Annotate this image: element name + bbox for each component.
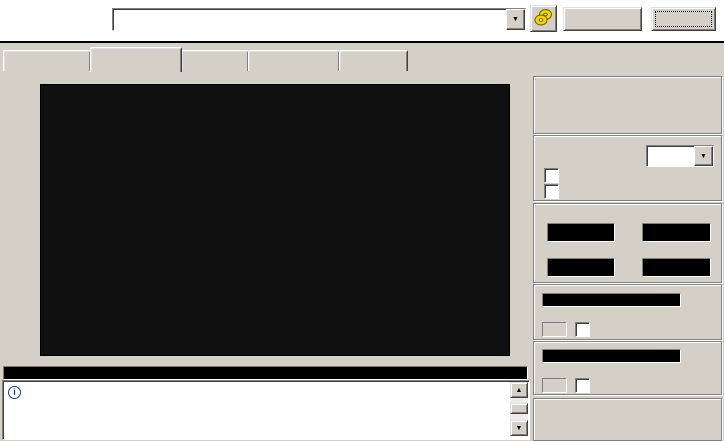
tab-create-disc[interactable]: [90, 47, 182, 72]
buffer-progress-fill: [543, 294, 680, 306]
chevron-down-icon[interactable]: ▼: [506, 9, 525, 30]
status-log: i ▲ ▼: [2, 380, 530, 440]
disc-info-panel: [533, 76, 722, 134]
cpu-panel: [533, 341, 722, 395]
toolbar-separator: [0, 41, 724, 43]
simulate-checkbox[interactable]: [544, 184, 559, 199]
settings-panel: ▼: [533, 135, 722, 201]
scroll-down-button[interactable]: ▼: [510, 420, 528, 436]
log-entry: [3, 418, 21, 432]
tab-disc-quality[interactable]: [248, 50, 340, 71]
speed-panel: [533, 203, 722, 283]
cpu-color-swatch: [542, 378, 567, 393]
nero-cd-dvd-speed-window: ▼ i ▲ ▼ ▼: [0, 0, 724, 441]
cpu-progress-fill: [543, 350, 680, 362]
discs-icon: [534, 8, 552, 25]
info-icon: i: [8, 386, 21, 399]
tab-benchmark[interactable]: [3, 50, 91, 71]
cpu-show-graph-checkbox[interactable]: [575, 378, 590, 393]
speed-type-display: [642, 223, 711, 242]
buffer-color-swatch: [542, 322, 567, 337]
position-progress-fill: [4, 367, 527, 379]
speed-chart: [40, 84, 510, 356]
buffer-show-graph-checkbox[interactable]: [575, 322, 590, 337]
scroll-up-button[interactable]: ▲: [510, 382, 528, 398]
eject-disc-button[interactable]: [530, 5, 557, 32]
start-button[interactable]: [563, 7, 642, 31]
drive-select[interactable]: ▼: [112, 8, 526, 31]
log-entry: i: [3, 386, 21, 400]
speed-select[interactable]: ▼: [646, 145, 714, 167]
average-speed-display: [547, 223, 615, 242]
log-entry: [3, 402, 21, 416]
buffer-panel: [533, 284, 722, 340]
toolbar: ▼: [0, 0, 724, 41]
tab-disc-info[interactable]: [181, 50, 249, 71]
burn-image-checkbox[interactable]: [544, 168, 559, 183]
progress-panel: [533, 398, 722, 441]
start-speed-display: [547, 258, 615, 277]
cpu-progressbar: [542, 349, 681, 363]
speed-chart-plot: [41, 85, 509, 355]
position-progressbar: [3, 366, 528, 380]
log-scrollbar[interactable]: ▲ ▼: [510, 382, 528, 436]
scroll-thumb[interactable]: [510, 403, 528, 414]
buffer-progressbar: [542, 293, 681, 307]
end-speed-display: [642, 258, 711, 277]
chevron-down-icon[interactable]: ▼: [694, 146, 713, 166]
tab-scandisc[interactable]: [339, 50, 408, 71]
exit-button[interactable]: [651, 7, 716, 31]
